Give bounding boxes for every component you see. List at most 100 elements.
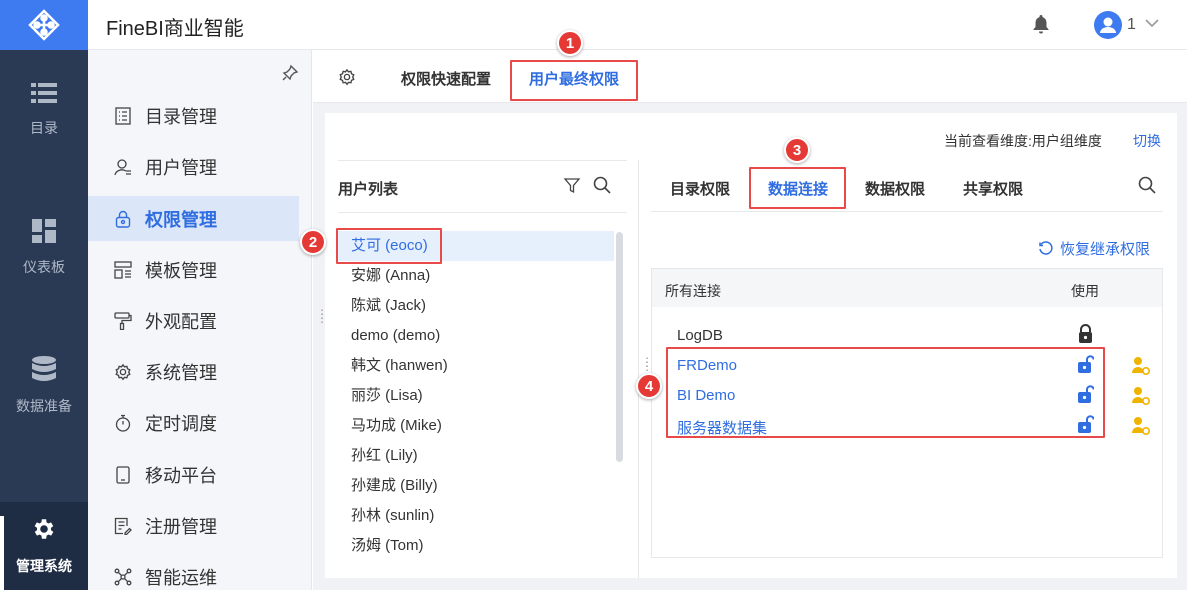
- mobile-icon: [114, 465, 132, 484]
- tab-share-permission[interactable]: 共享权限: [963, 178, 1023, 199]
- user-icon: [114, 158, 132, 176]
- user-row[interactable]: 汤姆 (Tom): [338, 531, 614, 561]
- network-icon: [114, 568, 132, 586]
- tab-user-final-permission[interactable]: 用户最终权限: [529, 68, 619, 89]
- tab-catalog-permission[interactable]: 目录权限: [670, 178, 730, 199]
- search-icon[interactable]: [1138, 176, 1156, 194]
- avatar[interactable]: [1094, 11, 1122, 39]
- gear-icon: [34, 519, 54, 539]
- header-all-connections: 所有连接: [665, 283, 721, 299]
- user-list-scrollbar[interactable]: [616, 232, 623, 462]
- user-row[interactable]: demo (demo): [338, 321, 614, 351]
- nav-item-ops[interactable]: 智能运维: [88, 554, 299, 599]
- settings-gear-icon[interactable]: [338, 68, 356, 86]
- rail-item-catalog[interactable]: 目录: [0, 70, 88, 150]
- rail-label-admin: 管理系统: [16, 558, 72, 574]
- rail-label-dashboard: 仪表板: [23, 259, 65, 275]
- rail-item-admin[interactable]: 管理系统: [0, 502, 88, 590]
- rail-label-data-prep: 数据准备: [16, 398, 72, 414]
- list-icon: [31, 83, 57, 103]
- user-row[interactable]: 孙林 (sunlin): [338, 501, 614, 531]
- nav-label-appearance: 外观配置: [145, 311, 217, 332]
- rail-active-indicator: [0, 516, 4, 590]
- nav-item-mobile[interactable]: 移动平台: [88, 452, 299, 497]
- user-row[interactable]: 陈斌 (Jack): [338, 291, 614, 321]
- user-row[interactable]: 孙红 (Lily): [338, 441, 614, 471]
- nav-item-catalog[interactable]: 目录管理: [88, 93, 299, 138]
- lock-open-icon[interactable]: [1077, 384, 1094, 404]
- user-row[interactable]: 孙建成 (Billy): [338, 471, 614, 501]
- nav-item-appearance[interactable]: 外观配置: [88, 298, 299, 343]
- user-list-title: 用户列表: [338, 181, 399, 198]
- tab-data-permission[interactable]: 数据权限: [865, 178, 925, 199]
- nav-item-registration[interactable]: 注册管理: [88, 503, 299, 548]
- panel-divider: [638, 160, 639, 578]
- restore-label: 恢复继承权限: [1060, 241, 1151, 258]
- user-row[interactable]: 马功成 (Mike): [338, 411, 614, 441]
- nav-label-registration: 注册管理: [145, 516, 217, 537]
- restore-inheritance-button[interactable]: 恢复继承权限: [1038, 238, 1150, 259]
- tab-quick-config[interactable]: 权限快速配置: [401, 68, 491, 89]
- sub-tab-divider: [651, 211, 1163, 212]
- callout-badge-1: 1: [557, 30, 583, 56]
- tab-data-connection[interactable]: 数据连接: [768, 178, 828, 199]
- connection-name[interactable]: BI Demo: [677, 387, 735, 404]
- connection-name[interactable]: 服务器数据集: [677, 417, 767, 438]
- nav-label-catalog: 目录管理: [145, 106, 217, 127]
- brush-icon: [114, 311, 132, 330]
- nav-label-ops: 智能运维: [145, 567, 217, 588]
- logo-icon: [28, 9, 60, 41]
- dashboard-icon: [32, 219, 56, 243]
- lock-icon: [114, 210, 132, 228]
- restore-icon: [1039, 240, 1053, 255]
- gear-icon: [114, 363, 132, 381]
- chevron-down-icon[interactable]: [1143, 14, 1161, 32]
- catalog-icon: [114, 106, 132, 125]
- resize-handle[interactable]: ⋮ ⋮: [316, 308, 328, 324]
- callout-badge-3: 3: [784, 137, 810, 163]
- user-row[interactable]: 艾可 (eoco): [338, 231, 614, 261]
- timer-icon: [114, 414, 132, 432]
- connection-table: [651, 268, 1163, 558]
- finebi-logo[interactable]: [0, 0, 88, 50]
- rail-item-data-prep[interactable]: 数据准备: [0, 346, 88, 426]
- nav-item-schedule[interactable]: 定时调度: [88, 400, 299, 445]
- nav-label-schedule: 定时调度: [145, 413, 217, 434]
- dimension-label: 当前查看维度:用户组维度: [944, 133, 1102, 149]
- nav-label-system: 系统管理: [145, 362, 217, 383]
- callout-badge-4: 4: [636, 373, 662, 399]
- user-permission-icon[interactable]: [1131, 416, 1151, 436]
- callout-badge-2: 2: [300, 229, 326, 255]
- lock-open-icon[interactable]: [1077, 354, 1094, 374]
- pin-icon[interactable]: [281, 64, 299, 82]
- user-permission-icon[interactable]: [1131, 356, 1151, 376]
- nav-label-mobile: 移动平台: [145, 465, 217, 486]
- nav-label-permissions: 权限管理: [145, 209, 217, 230]
- user-row[interactable]: 丽莎 (Lisa): [338, 381, 614, 411]
- user-avatar-icon: [1100, 17, 1116, 33]
- connection-name: LogDB: [677, 327, 723, 344]
- connection-name[interactable]: FRDemo: [677, 357, 737, 374]
- app-title: FineBI商业智能: [106, 18, 244, 40]
- top-bar: [88, 0, 1187, 50]
- switch-dimension-link[interactable]: 切换: [1133, 131, 1161, 151]
- nav-item-permissions[interactable]: 权限管理: [88, 196, 299, 241]
- lock-open-icon[interactable]: [1077, 414, 1094, 434]
- filter-icon[interactable]: [563, 176, 581, 194]
- user-row[interactable]: 韩文 (hanwen): [338, 351, 614, 381]
- user-name[interactable]: 1: [1127, 16, 1136, 34]
- header-use: 使用: [1071, 283, 1099, 299]
- template-icon: [114, 260, 132, 279]
- nav-item-system[interactable]: 系统管理: [88, 349, 299, 394]
- register-icon: [114, 517, 132, 535]
- nav-label-templates: 模板管理: [145, 260, 217, 281]
- user-permission-icon[interactable]: [1131, 386, 1151, 406]
- search-icon[interactable]: [593, 176, 611, 194]
- rail-label-catalog: 目录: [30, 120, 58, 136]
- user-row[interactable]: 安娜 (Anna): [338, 261, 614, 291]
- rail-item-dashboard[interactable]: 仪表板: [0, 208, 88, 288]
- nav-item-users[interactable]: 用户管理: [88, 144, 299, 189]
- nav-item-templates[interactable]: 模板管理: [88, 247, 299, 292]
- lock-closed-icon[interactable]: [1077, 324, 1094, 344]
- bell-icon[interactable]: [1032, 14, 1050, 34]
